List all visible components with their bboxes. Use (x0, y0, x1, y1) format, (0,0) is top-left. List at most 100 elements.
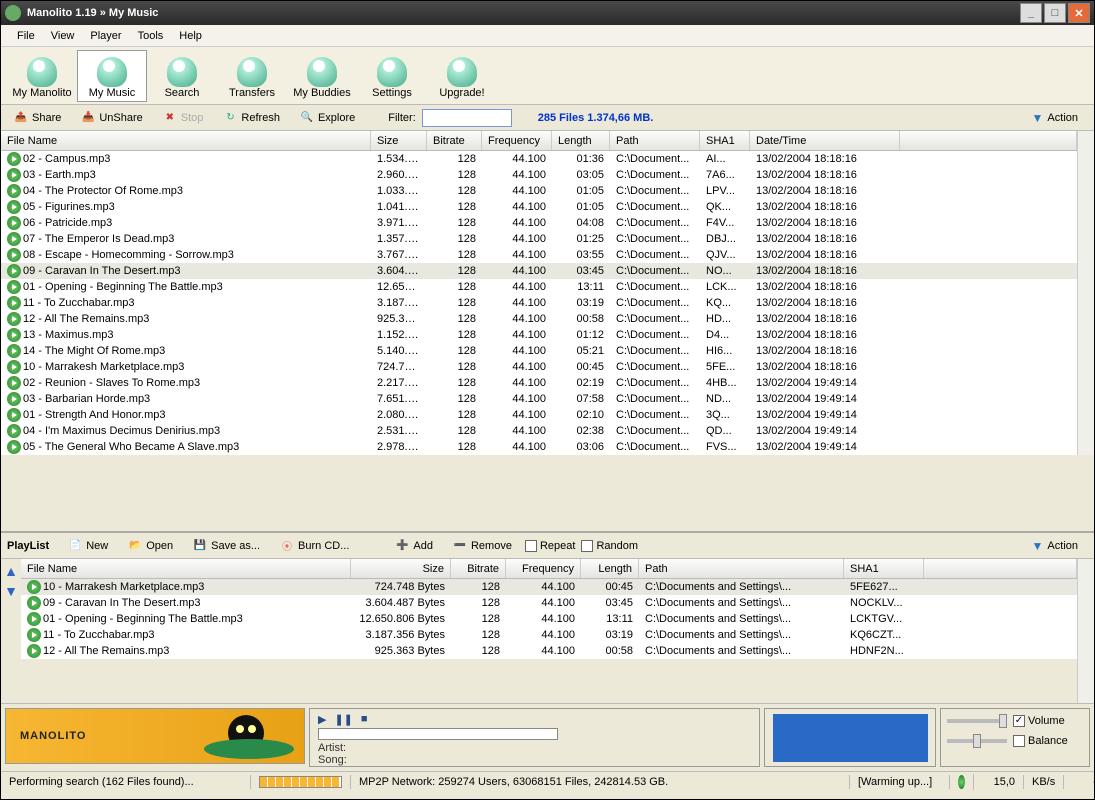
file-row[interactable]: 01 - Strength And Honor.mp32.080.187 Byt… (1, 407, 1077, 423)
new-button[interactable]: 📄New (61, 536, 115, 556)
remove-button[interactable]: ➖Remove (446, 536, 519, 556)
playlist-scrollbar[interactable] (1077, 559, 1094, 703)
toolbar-settings[interactable]: Settings (357, 50, 427, 102)
playlist-action-button[interactable]: Action (1047, 540, 1078, 552)
share-button[interactable]: 📤Share (7, 108, 68, 128)
status-network: MP2P Network: 259274 Users, 63068151 Fil… (351, 775, 850, 789)
playlist-row[interactable]: 01 - Opening - Beginning The Battle.mp31… (21, 611, 1077, 627)
window-title: Manolito 1.19 » My Music (27, 7, 1018, 19)
file-row[interactable]: 04 - I'm Maximus Decimus Denirius.mp32.5… (1, 423, 1077, 439)
status-speed: 15,0 (974, 775, 1024, 789)
playlist-grid-body[interactable]: 10 - Marrakesh Marketplace.mp3724.748 By… (21, 579, 1077, 659)
file-row[interactable]: 13 - Maximus.mp31.152.308 Bytes12844.100… (1, 327, 1077, 343)
file-row[interactable]: 01 - Opening - Beginning The Battle.mp31… (1, 279, 1077, 295)
file-row[interactable]: 02 - Reunion - Slaves To Rome.mp32.217.7… (1, 375, 1077, 391)
remove-icon: ➖ (453, 539, 467, 553)
col-frequency[interactable]: Frequency (482, 131, 552, 150)
file-row[interactable]: 02 - Campus.mp31.534.738 Bytes12844.1000… (1, 151, 1077, 167)
file-row[interactable]: 09 - Caravan In The Desert.mp33.604.487 … (1, 263, 1077, 279)
pl-col-size[interactable]: Size (351, 559, 451, 578)
pl-col-frequency[interactable]: Frequency (506, 559, 581, 578)
file-grid-body[interactable]: 02 - Campus.mp31.534.738 Bytes12844.1000… (1, 151, 1077, 455)
seek-bar[interactable] (318, 728, 558, 740)
balance-checkbox[interactable]: Balance (1013, 735, 1068, 747)
share-icon: 📤 (14, 111, 28, 125)
pl-col-length[interactable]: Length (581, 559, 639, 578)
pause-button[interactable]: ❚❚ (334, 713, 352, 726)
toolbar-transfers[interactable]: Transfers (217, 50, 287, 102)
menu-tools[interactable]: Tools (130, 28, 172, 44)
col-length[interactable]: Length (552, 131, 610, 150)
unshare-icon: 📥 (81, 111, 95, 125)
unshare-button[interactable]: 📥UnShare (74, 108, 149, 128)
playlist-row[interactable]: 10 - Marrakesh Marketplace.mp3724.748 By… (21, 579, 1077, 595)
file-row[interactable]: 03 - Barbarian Horde.mp37.651.162 Bytes1… (1, 391, 1077, 407)
pl-col-path[interactable]: Path (639, 559, 844, 578)
file-row[interactable]: 07 - The Emperor Is Dead.mp31.357.536 By… (1, 231, 1077, 247)
minimize-button[interactable]: _ (1020, 3, 1042, 23)
menu-file[interactable]: File (9, 28, 43, 44)
filter-input[interactable] (422, 109, 512, 127)
file-row[interactable]: 08 - Escape - Homecomming - Sorrow.mp33.… (1, 247, 1077, 263)
col-bitrate[interactable]: Bitrate (427, 131, 482, 150)
file-row[interactable]: 04 - The Protector Of Rome.mp31.033.202 … (1, 183, 1077, 199)
toolbar-upgrade-[interactable]: Upgrade! (427, 50, 497, 102)
play-button[interactable]: ▶ (318, 713, 326, 726)
close-button[interactable]: ✕ (1068, 3, 1090, 23)
toolbar-my-music[interactable]: My Music (77, 50, 147, 102)
random-checkbox[interactable]: Random (581, 540, 638, 552)
col-size[interactable]: Size (371, 131, 427, 150)
volume-checkbox[interactable]: Volume (1013, 715, 1065, 727)
stop-playback-button[interactable]: ■ (361, 713, 368, 726)
pl-col-sha1[interactable]: SHA1 (844, 559, 924, 578)
toolbar-my-buddies[interactable]: My Buddies (287, 50, 357, 102)
col-sha1[interactable]: SHA1 (700, 131, 750, 150)
stop-button[interactable]: ✖Stop (156, 108, 211, 128)
statusbar: Performing search (162 Files found)... M… (1, 771, 1094, 791)
maximize-button[interactable]: □ (1044, 3, 1066, 23)
open-button[interactable]: 📂Open (121, 536, 180, 556)
balance-slider[interactable] (947, 739, 1007, 743)
file-row[interactable]: 05 - The General Who Became A Slave.mp32… (1, 439, 1077, 455)
burn-button[interactable]: ⦿Burn CD... (273, 536, 356, 556)
col-datetime[interactable]: Date/Time (750, 131, 900, 150)
save-icon: 💾 (193, 539, 207, 553)
scrollbar[interactable] (1077, 131, 1094, 455)
filter-label: Filter: (388, 112, 416, 124)
save-button[interactable]: 💾Save as... (186, 536, 267, 556)
move-down-button[interactable]: ▼ (4, 583, 18, 599)
col-path[interactable]: Path (610, 131, 700, 150)
playlist-row[interactable]: 09 - Caravan In The Desert.mp33.604.487 … (21, 595, 1077, 611)
repeat-checkbox[interactable]: Repeat (525, 540, 575, 552)
volume-slider[interactable] (947, 719, 1007, 723)
file-row[interactable]: 03 - Earth.mp32.960.396 Bytes12844.10003… (1, 167, 1077, 183)
menu-view[interactable]: View (43, 28, 83, 44)
file-row[interactable]: 10 - Marrakesh Marketplace.mp3724.748 By… (1, 359, 1077, 375)
refresh-button[interactable]: ↻Refresh (216, 108, 287, 128)
file-row[interactable]: 06 - Patricide.mp33.971.861 Bytes12844.1… (1, 215, 1077, 231)
explore-button[interactable]: 🔍Explore (293, 108, 362, 128)
playlist-row[interactable]: 11 - To Zucchabar.mp33.187.356 Bytes1284… (21, 627, 1077, 643)
play-icon (7, 408, 21, 422)
action-button[interactable]: Action (1047, 112, 1078, 124)
toolbar-search[interactable]: Search (147, 50, 217, 102)
move-up-button[interactable]: ▲ (4, 563, 18, 579)
file-row[interactable]: 14 - The Might Of Rome.mp35.140.484 Byte… (1, 343, 1077, 359)
status-warming: [Warming up...] (850, 775, 950, 789)
menubar: FileViewPlayerToolsHelp (1, 25, 1094, 47)
alien-icon (307, 57, 337, 87)
play-icon (27, 628, 41, 642)
file-row[interactable]: 12 - All The Remains.mp3925.363 Bytes128… (1, 311, 1077, 327)
toolbar-my-manolito[interactable]: My Manolito (7, 50, 77, 102)
menu-player[interactable]: Player (82, 28, 129, 44)
col-filename[interactable]: File Name (1, 131, 371, 150)
play-icon (7, 360, 21, 374)
add-button[interactable]: ➕Add (388, 536, 440, 556)
visualizer (764, 708, 936, 767)
playlist-row[interactable]: 12 - All The Remains.mp3925.363 Bytes128… (21, 643, 1077, 659)
file-row[interactable]: 11 - To Zucchabar.mp33.187.356 Bytes1284… (1, 295, 1077, 311)
pl-col-filename[interactable]: File Name (21, 559, 351, 578)
pl-col-bitrate[interactable]: Bitrate (451, 559, 506, 578)
file-row[interactable]: 05 - Figurines.mp31.041.131 Bytes12844.1… (1, 199, 1077, 215)
menu-help[interactable]: Help (171, 28, 210, 44)
